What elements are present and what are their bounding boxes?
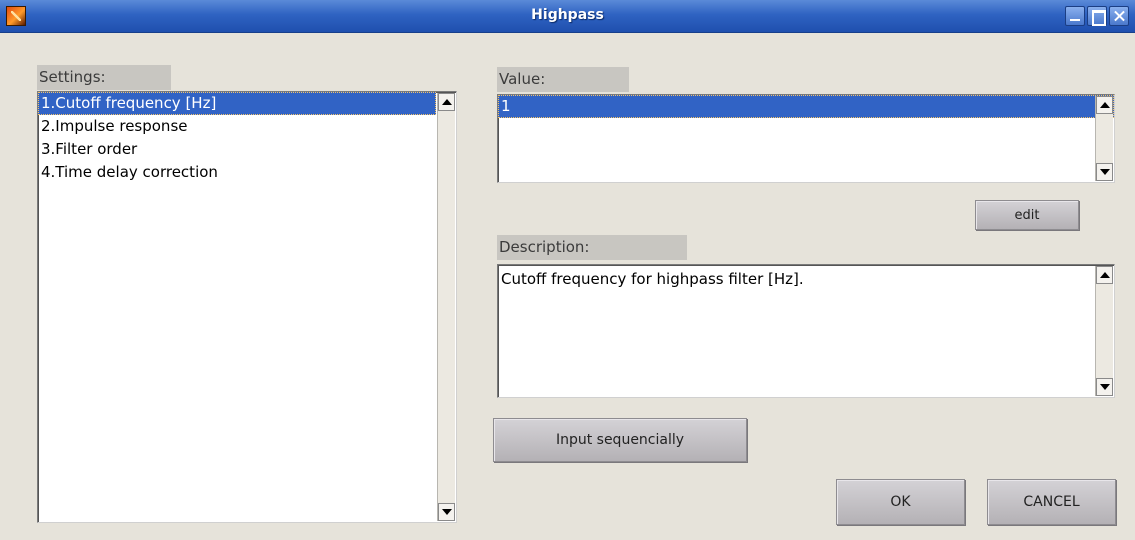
minimize-icon[interactable] [1065,6,1085,26]
scroll-up-arrow-icon[interactable] [438,93,455,111]
scroll-down-arrow-icon[interactable] [438,503,455,521]
scroll-up-arrow-icon[interactable] [1096,96,1113,114]
settings-label: Settings: [37,65,171,90]
window-title: Highpass [531,7,604,23]
value-scrollbar[interactable] [1095,96,1113,181]
edit-button[interactable]: edit [975,200,1079,230]
ok-button[interactable]: OK [836,479,965,525]
scroll-down-arrow-icon[interactable] [1096,378,1113,396]
description-text: Cutoff frequency for highpass filter [Hz… [501,270,804,288]
scroll-down-arrow-icon[interactable] [1096,163,1113,181]
settings-scrollbar[interactable] [437,93,455,521]
settings-items: 1.Cutoff frequency [Hz] 2.Impulse respons… [38,92,456,184]
value-item[interactable]: 1 [498,95,1114,118]
settings-list-item[interactable]: 3.Filter order [38,138,436,161]
value-label: Value: [497,67,629,92]
close-icon[interactable] [1109,6,1129,26]
value-list[interactable]: 1 [497,94,1115,183]
description-box[interactable]: Cutoff frequency for highpass filter [Hz… [497,264,1115,398]
title-bar[interactable]: Highpass [0,0,1135,33]
description-scrollbar[interactable] [1095,266,1113,396]
description-label: Description: [497,235,687,260]
settings-list-item[interactable]: 1.Cutoff frequency [Hz] [38,92,436,115]
settings-list-item[interactable]: 4.Time delay correction [38,161,436,184]
maximize-icon[interactable] [1087,6,1107,26]
input-sequencially-button[interactable]: Input sequencially [493,418,747,462]
scroll-up-arrow-icon[interactable] [1096,266,1113,284]
cancel-button[interactable]: CANCEL [987,479,1116,525]
settings-list-item[interactable]: 2.Impulse response [38,115,436,138]
settings-list[interactable]: 1.Cutoff frequency [Hz] 2.Impulse respons… [37,91,457,523]
